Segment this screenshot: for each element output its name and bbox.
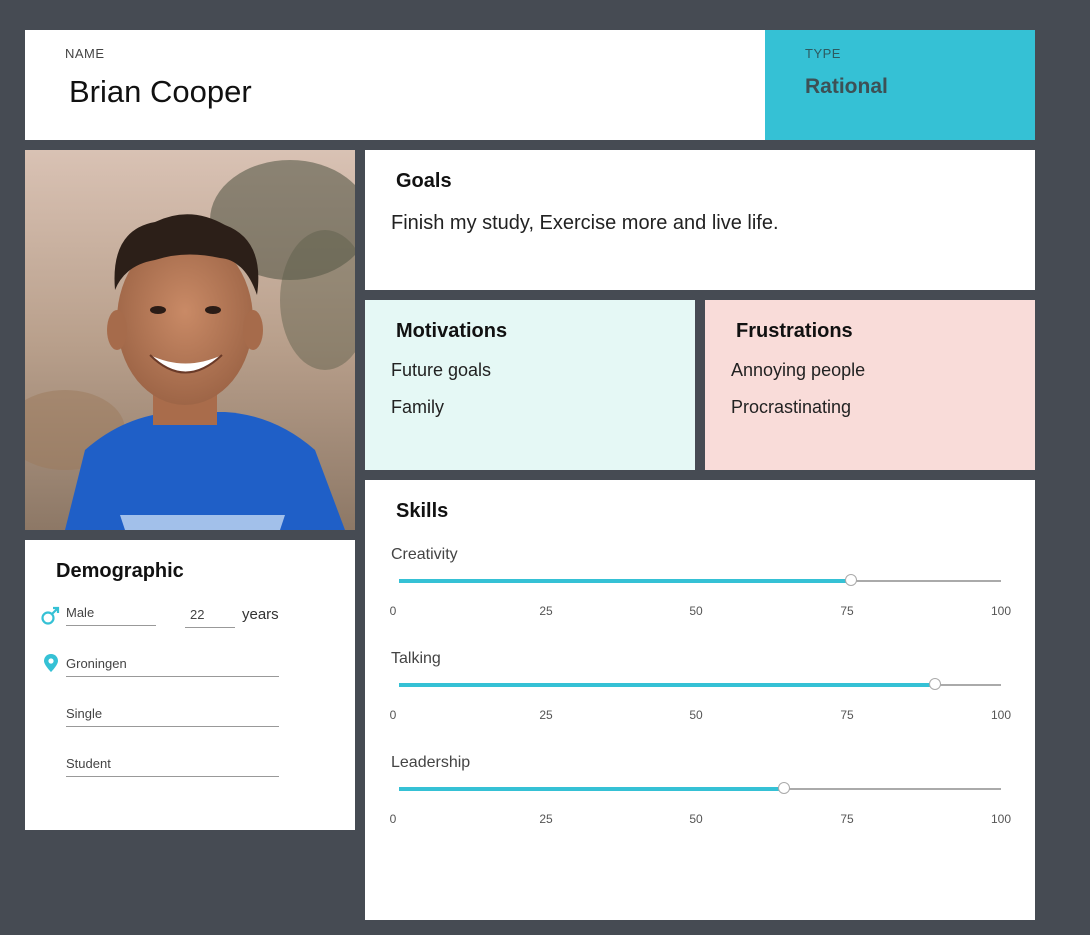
- male-symbol-icon: [41, 606, 60, 625]
- skill-slider-fill: [399, 787, 785, 791]
- goals-title: Goals: [396, 170, 452, 192]
- skill-slider-track[interactable]: [399, 574, 1001, 586]
- type-caption: TYPE: [805, 46, 841, 61]
- frustrations-card: Frustrations Annoying people Procrastina…: [705, 300, 1035, 470]
- tick-label: 75: [840, 708, 854, 722]
- frustrations-title: Frustrations: [736, 320, 853, 342]
- goals-text: Finish my study, Exercise more and live …: [391, 212, 779, 234]
- skill-label: Talking: [391, 650, 441, 667]
- tick-label: 0: [389, 604, 397, 618]
- skill-label: Leadership: [391, 754, 471, 771]
- tick-label: 25: [539, 812, 553, 826]
- tick-label: 100: [990, 708, 1012, 722]
- frustration-item: Procrastinating: [731, 397, 852, 417]
- name-caption: NAME: [65, 46, 105, 61]
- skill-slider-track[interactable]: [399, 782, 1001, 794]
- persona-type: Rational: [805, 75, 888, 98]
- age-unit-label: years: [242, 606, 279, 623]
- motivations-card: Motivations Future goals Family: [365, 300, 695, 470]
- skill-slider-fill: [399, 683, 935, 687]
- tick-label: 50: [689, 708, 703, 722]
- gender-field[interactable]: Male: [66, 604, 156, 626]
- motivation-item: Family: [391, 397, 444, 417]
- portrait-image: [25, 150, 355, 530]
- skill-slider-fill: [399, 579, 851, 583]
- tick-label: 50: [689, 812, 703, 826]
- goals-card: Goals Finish my study, Exercise more and…: [365, 150, 1035, 290]
- skill-slider-thumb[interactable]: [844, 574, 857, 586]
- skill-slider-thumb[interactable]: [928, 678, 941, 690]
- skill-talking: Talking 0 25 50 75 100: [365, 650, 1035, 750]
- age-field[interactable]: 22: [185, 606, 235, 628]
- tick-label: 75: [840, 812, 854, 826]
- occupation-field[interactable]: Student: [66, 755, 279, 777]
- tick-label: 100: [990, 604, 1012, 618]
- type-card: TYPE Rational: [765, 30, 1035, 140]
- persona-name: Brian Cooper: [69, 74, 252, 109]
- skill-slider-thumb[interactable]: [778, 782, 791, 794]
- skills-card: Skills Creativity 0 25 50 75 100 Talking…: [365, 480, 1035, 920]
- tick-label: 100: [990, 812, 1012, 826]
- map-pin-icon: [44, 654, 58, 672]
- relationship-field[interactable]: Single: [66, 705, 279, 727]
- skill-leadership: Leadership 0 25 50 75 100: [365, 754, 1035, 854]
- skill-creativity: Creativity 0 25 50 75 100: [365, 546, 1035, 646]
- motivation-item: Future goals: [391, 360, 492, 380]
- motivations-title: Motivations: [396, 320, 508, 342]
- tick-label: 25: [539, 708, 553, 722]
- tick-label: 75: [840, 604, 854, 618]
- name-card: NAME Brian Cooper: [25, 30, 765, 140]
- location-field[interactable]: Groningen: [66, 655, 279, 677]
- tick-label: 0: [389, 708, 397, 722]
- tick-label: 0: [389, 812, 397, 826]
- skill-slider-track[interactable]: [399, 678, 1001, 690]
- demographic-title: Demographic: [56, 560, 184, 582]
- tick-label: 25: [539, 604, 553, 618]
- persona-photo: [25, 150, 355, 530]
- skill-label: Creativity: [391, 546, 458, 563]
- frustration-item: Annoying people: [731, 360, 866, 380]
- tick-label: 50: [689, 604, 703, 618]
- skills-title: Skills: [396, 500, 449, 522]
- demographic-card: Demographic Male 22 years Groningen Sing…: [25, 540, 355, 830]
